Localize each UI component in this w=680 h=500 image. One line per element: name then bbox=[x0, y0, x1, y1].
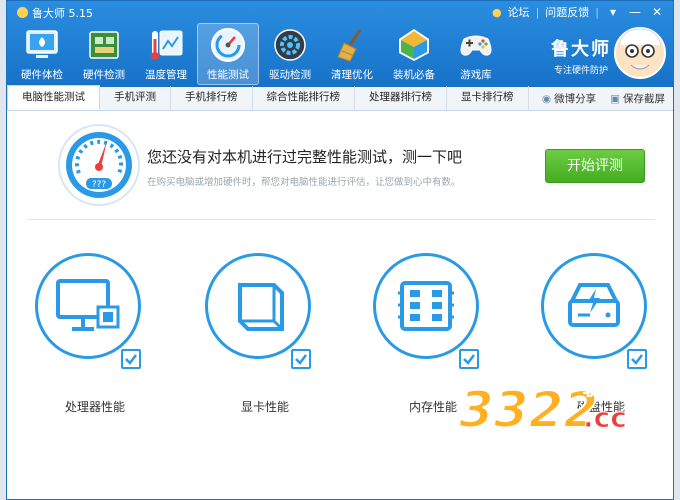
watermark-logo: 3322 软件站 .cc bbox=[459, 380, 631, 437]
toolbar-label: 硬件检测 bbox=[83, 69, 125, 81]
toolbar-label: 清理优化 bbox=[331, 69, 373, 81]
tab-gpu-ranking[interactable]: 显卡排行榜 bbox=[447, 86, 529, 110]
checkbox-checked-icon[interactable] bbox=[291, 349, 311, 369]
save-screenshot-label: 保存截屏 bbox=[623, 93, 665, 105]
header-bar: 鲁大师 5.15 ● 论坛 | 问题反馈 | ▾ — ✕ 硬件体检 硬件检测 温… bbox=[7, 1, 673, 87]
watermark-site: 软件站 bbox=[583, 380, 631, 399]
driver-icon bbox=[274, 29, 306, 61]
checkbox-checked-icon[interactable] bbox=[627, 349, 647, 369]
gauge-text: ??? bbox=[92, 180, 107, 190]
broom-icon bbox=[337, 29, 362, 62]
toolbar-item-performance[interactable]: 性能测试 bbox=[197, 23, 259, 85]
top-links: ● 论坛 | 问题反馈 | ▾ — ✕ bbox=[492, 4, 665, 20]
cube-icon bbox=[238, 283, 284, 331]
weibo-icon: ◉ bbox=[541, 93, 552, 105]
toolbar-item-hardware-checkup[interactable]: 硬件体检 bbox=[11, 23, 73, 85]
toolbar-label: 性能测试 bbox=[207, 69, 249, 81]
tab-overall-ranking[interactable]: 综合性能排行榜 bbox=[253, 86, 355, 110]
app-logo-icon bbox=[17, 7, 28, 18]
tab-phone-review[interactable]: 手机评测 bbox=[100, 86, 171, 110]
tab-cpu-ranking[interactable]: 处理器排行榜 bbox=[355, 86, 447, 110]
minimize-icon[interactable]: — bbox=[627, 5, 643, 19]
brand-block: 鲁大师 专注硬件防护 bbox=[551, 35, 611, 76]
feedback-link[interactable]: 问题反馈 bbox=[545, 4, 589, 20]
memory-chip-icon bbox=[398, 281, 454, 331]
toolbar-label: 游戏库 bbox=[460, 69, 492, 81]
checkbox-checked-icon[interactable] bbox=[459, 349, 479, 369]
tab-pc-performance[interactable]: 电脑性能测试 bbox=[7, 85, 100, 110]
separator: | bbox=[535, 5, 540, 19]
category-memory[interactable] bbox=[373, 253, 483, 369]
hardware-checkup-icon bbox=[26, 30, 58, 58]
forum-icon: ● bbox=[491, 5, 502, 19]
camera-icon: ▣ bbox=[610, 93, 620, 105]
toolbar-label: 温度管理 bbox=[145, 69, 187, 81]
toolbar-item-driver[interactable]: 驱动检测 bbox=[259, 23, 321, 85]
divider bbox=[27, 219, 655, 220]
toolbar-label: 驱动检测 bbox=[269, 69, 311, 81]
brand-name: 鲁大师 bbox=[551, 39, 611, 60]
menu-icon[interactable]: ▾ bbox=[605, 5, 621, 19]
toolbar-item-install[interactable]: 装机必备 bbox=[383, 23, 445, 85]
category-disk[interactable] bbox=[541, 253, 651, 369]
tab-actions: ◉ 微博分享 ▣ 保存截屏 bbox=[542, 91, 665, 106]
hardware-detect-icon bbox=[89, 31, 119, 59]
category-label-cpu: 处理器性能 bbox=[64, 400, 125, 414]
monitor-cpu-icon bbox=[56, 279, 120, 331]
start-test-button[interactable]: 开始评测 bbox=[545, 149, 645, 183]
brand-slogan: 专注硬件防护 bbox=[553, 66, 608, 76]
toolbar-item-games[interactable]: 游戏库 bbox=[445, 23, 507, 85]
toolbar-label: 硬件体检 bbox=[21, 69, 63, 81]
performance-icon bbox=[211, 28, 245, 62]
prompt-title: 您还没有对本机进行过完整性能测试，测一下吧 bbox=[147, 148, 463, 166]
close-icon[interactable]: ✕ bbox=[649, 5, 665, 19]
forum-link[interactable]: 论坛 bbox=[508, 4, 530, 20]
category-gpu[interactable] bbox=[205, 253, 315, 369]
mascot-avatar[interactable] bbox=[613, 23, 667, 83]
category-cpu[interactable] bbox=[35, 253, 145, 369]
category-label-gpu: 显卡性能 bbox=[240, 400, 289, 414]
tab-phone-ranking[interactable]: 手机排行榜 bbox=[171, 86, 253, 110]
weibo-share-button[interactable]: ◉ 微博分享 bbox=[542, 91, 596, 106]
app-title-text: 鲁大师 5.15 bbox=[32, 7, 93, 20]
watermark-domain: .cc bbox=[583, 401, 627, 434]
toolbar-item-temperature[interactable]: 温度管理 bbox=[135, 23, 197, 85]
gauge-icon: ??? bbox=[58, 124, 140, 206]
toolbar-item-cleanup[interactable]: 清理优化 bbox=[321, 23, 383, 85]
install-icon bbox=[399, 29, 429, 61]
separator: | bbox=[595, 5, 599, 19]
app-window: 鲁大师 5.15 ● 论坛 | 问题反馈 | ▾ — ✕ 硬件体检 硬件检测 温… bbox=[6, 0, 674, 500]
checkbox-checked-icon[interactable] bbox=[121, 349, 141, 369]
main-toolbar: 硬件体检 硬件检测 温度管理 性能测试 驱动检测 清理优化 装机必备 游戏库 bbox=[11, 23, 507, 85]
prompt-subtitle: 在购买电脑或增加硬件时，帮您对电脑性能进行评估，让您做到心中有数。 bbox=[147, 177, 461, 188]
watermark-number: 3322 bbox=[459, 381, 598, 437]
weibo-share-label: 微博分享 bbox=[554, 93, 597, 105]
disk-drive-icon bbox=[568, 283, 620, 327]
toolbar-item-hardware-detect[interactable]: 硬件检测 bbox=[73, 23, 135, 85]
temperature-icon bbox=[151, 30, 183, 60]
gamepad-icon bbox=[460, 35, 492, 56]
save-screenshot-button[interactable]: ▣ 保存截屏 bbox=[610, 91, 665, 106]
tab-bar: 电脑性能测试 手机评测 手机排行榜 综合性能排行榜 处理器排行榜 显卡排行榜 ◉… bbox=[7, 85, 673, 111]
window-title: 鲁大师 5.15 bbox=[17, 5, 93, 21]
toolbar-label: 装机必备 bbox=[393, 69, 435, 81]
